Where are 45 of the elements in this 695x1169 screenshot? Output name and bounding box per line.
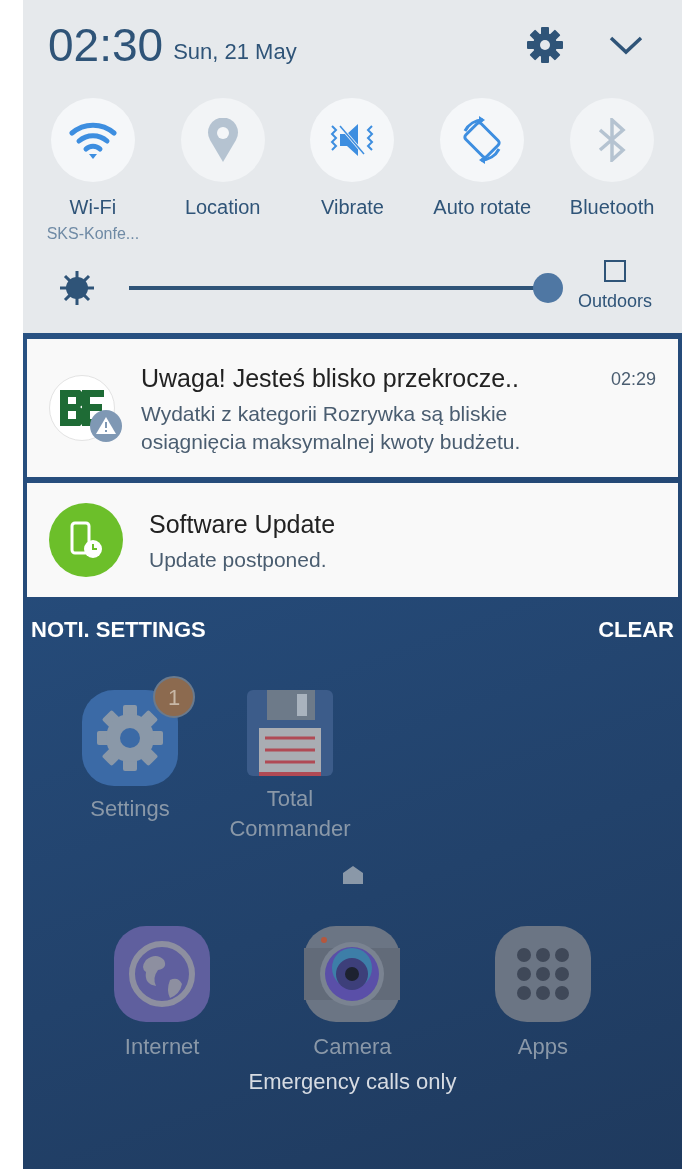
emergency-calls-text: Emergency calls only — [247, 1068, 458, 1096]
notification-card[interactable]: Uwaga! Jesteś blisko przekrocze.. 02:29 Wydatki z kategorii Rozrywka są bliskie osiągnięcia maksymalnej kwoty budżetu. — [27, 339, 678, 477]
app-shortcut[interactable]: Apps — [447, 924, 638, 1063]
outdoors-label: Outdoors — [577, 290, 652, 313]
bluetooth-icon — [597, 118, 628, 162]
app-label: Settings — [90, 795, 170, 823]
warning-icon — [90, 410, 122, 442]
app-shortcut[interactable]: 1 Settings — [65, 676, 195, 824]
clock-time: 02:30 — [48, 22, 164, 68]
phone-clock-icon — [49, 503, 123, 577]
app-label: Camera — [313, 1033, 392, 1061]
apps-grid-icon — [492, 924, 593, 1024]
notification-text: Update postponed. — [149, 546, 328, 573]
notification-card[interactable]: Software Update Update postponed. — [27, 483, 678, 597]
toggle-sublabel: SKS-Konfe... — [46, 224, 140, 244]
toggle-label: Vibrate — [319, 195, 385, 220]
brightness-slider[interactable] — [129, 272, 563, 303]
settings-icon[interactable] — [526, 26, 564, 64]
notification-badge: 1 — [153, 676, 195, 718]
notification-title: Software Update — [149, 509, 336, 541]
app-label: Apps — [517, 1033, 568, 1061]
location-pin-icon — [206, 118, 239, 162]
app-label: Total Commander — [228, 785, 352, 843]
notification-title: Uwaga! Jesteś blisko przekrocze.. — [141, 363, 519, 395]
app-shortcut[interactable]: Internet — [67, 924, 258, 1063]
app-shortcut[interactable]: Camera — [257, 924, 448, 1063]
clear-button[interactable]: CLEAR — [598, 613, 674, 646]
toggle-label: Auto rotate — [432, 195, 533, 220]
brightness-icon — [59, 269, 95, 306]
brightness-thumb[interactable] — [532, 272, 563, 303]
globe-app-icon — [112, 924, 213, 1024]
date-text: Sun, 21 May — [173, 37, 297, 66]
wifi-icon — [68, 120, 117, 160]
app-label: Internet — [124, 1033, 200, 1061]
toggle-label: Location — [183, 195, 262, 220]
app-shortcut[interactable]: Total Commander — [225, 676, 355, 844]
noti-settings-button[interactable]: NOTI. SETTINGS — [31, 613, 206, 646]
toggle-label: Wi-Fi — [68, 195, 118, 220]
notification-text: Wydatki z kategorii Rozrywka są bliskie osiągnięcia maksymalnej kwoty budżetu. — [141, 400, 522, 455]
camera-app-icon — [302, 924, 403, 1024]
notification-time: 02:29 — [610, 367, 656, 391]
outdoors-checkbox[interactable] — [603, 260, 626, 282]
toggle-label: Bluetooth — [568, 195, 656, 220]
settings-app-icon — [80, 688, 180, 788]
home-page-indicator-icon — [342, 866, 363, 884]
